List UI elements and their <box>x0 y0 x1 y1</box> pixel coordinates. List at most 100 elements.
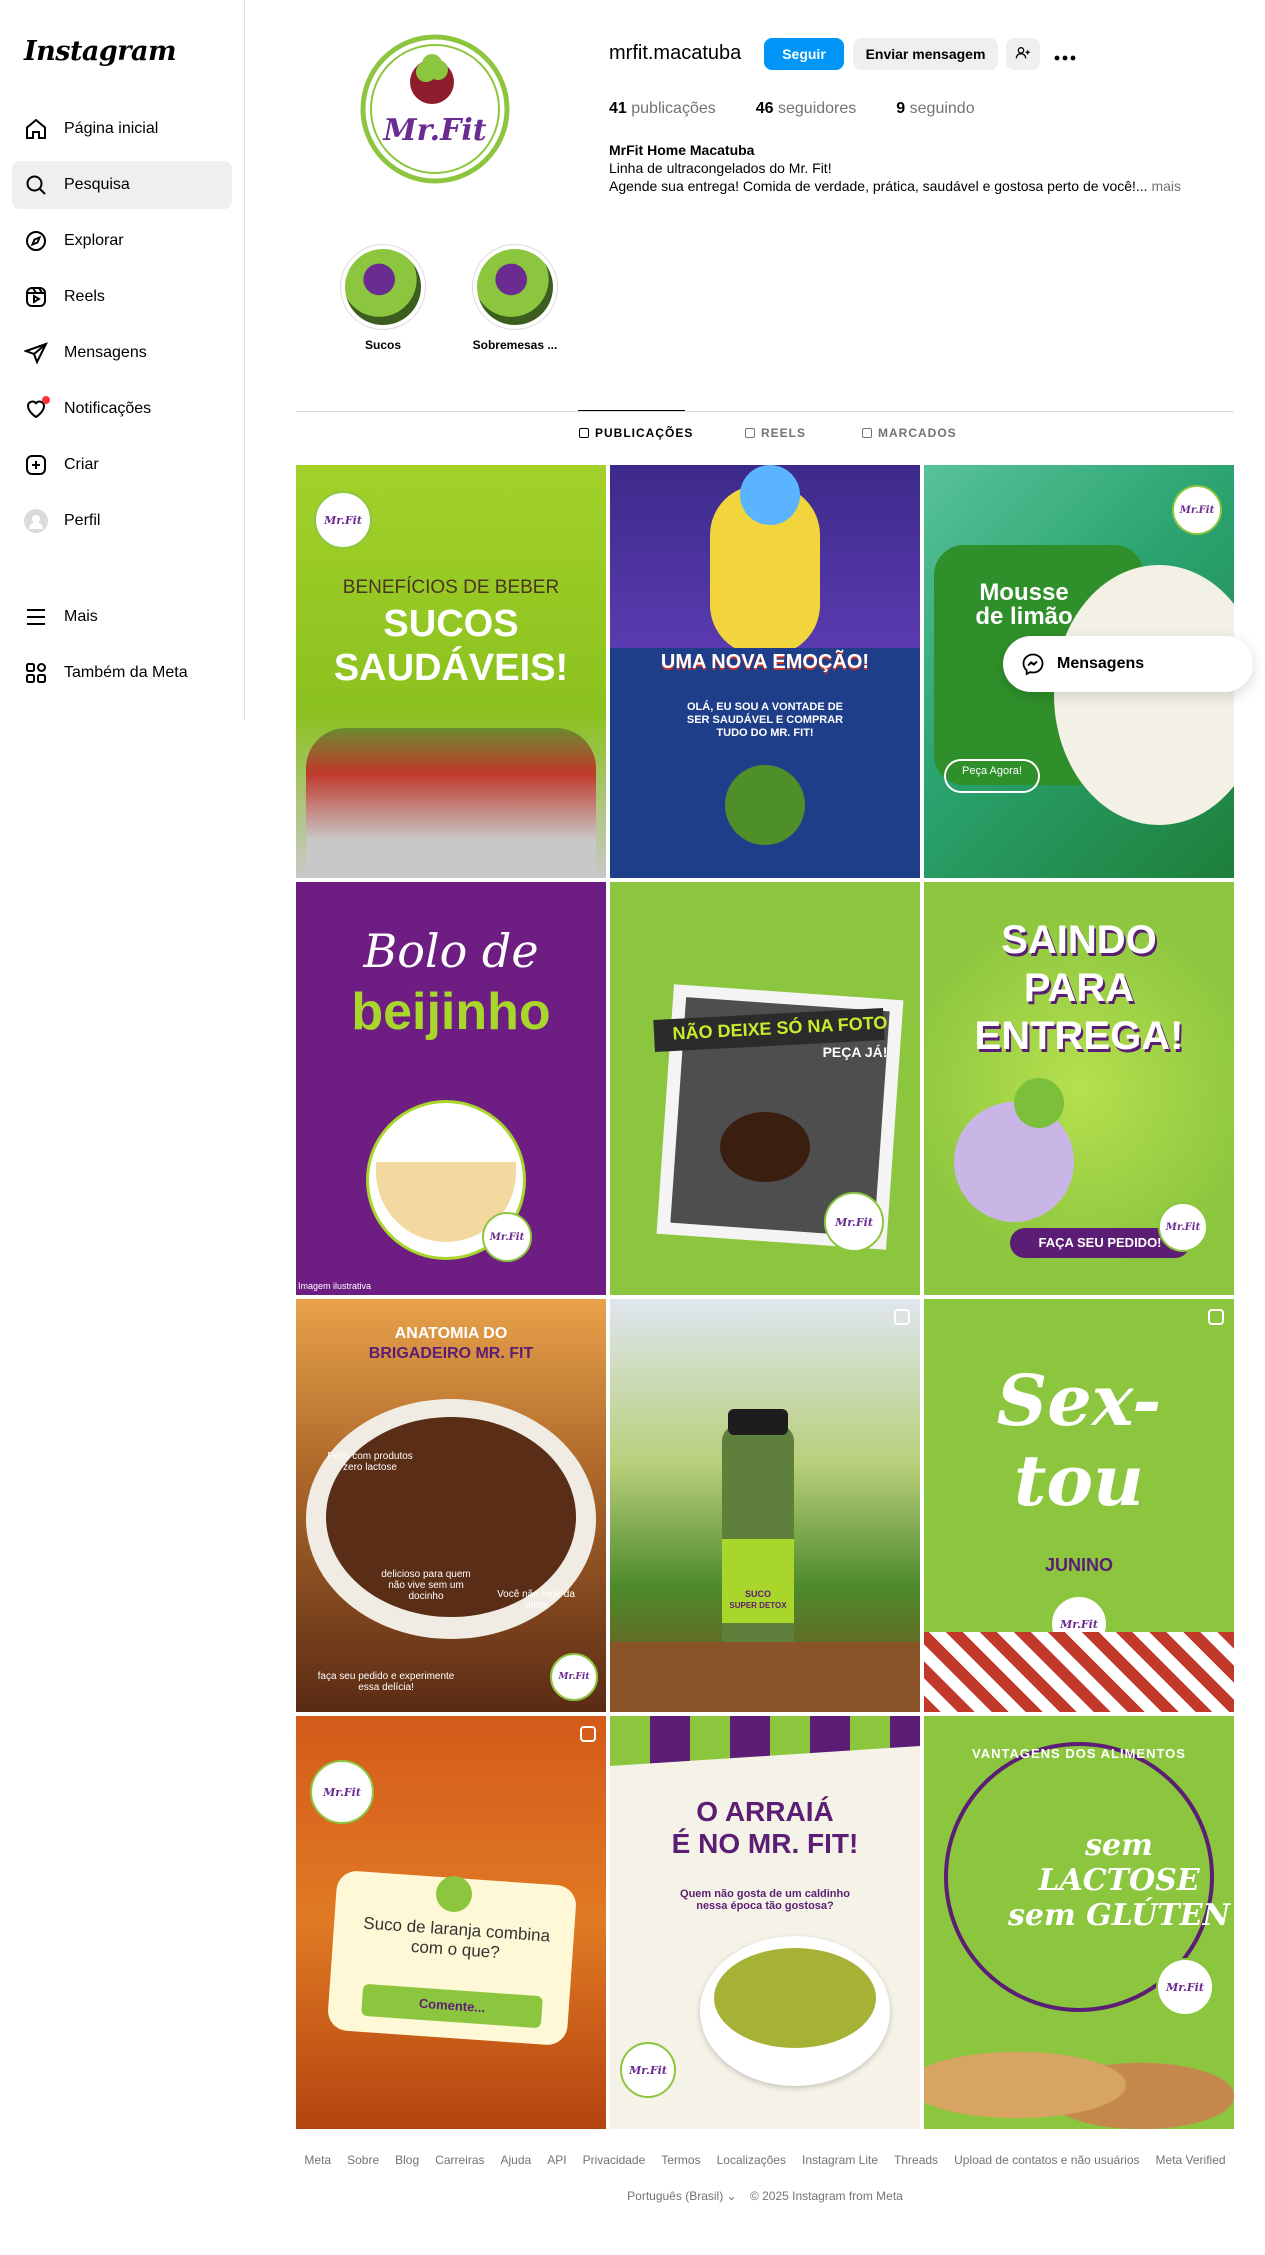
messenger-icon <box>1021 652 1045 676</box>
follow-button[interactable]: Seguir <box>764 38 844 70</box>
sidebar-item-label: Mensagens <box>64 344 147 361</box>
tab-posts[interactable]: PUBLICAÇÕES <box>579 426 693 440</box>
footer-link[interactable]: Upload de contatos e não usuários <box>954 2153 1139 2167</box>
profile-bio: MrFit Home Macatuba Linha de ultracongel… <box>609 141 1181 195</box>
post-thumbnail[interactable]: O ARRAIÁ É NO MR. FIT! Quem não gosta de… <box>610 1716 920 2129</box>
sidebar-item-meta[interactable]: Também da Meta <box>12 649 232 697</box>
tabs-divider <box>296 411 1234 412</box>
following-stat[interactable]: 9 seguindo <box>896 100 974 118</box>
reel-icon <box>580 1726 596 1742</box>
sidebar-item-label: Página inicial <box>64 120 159 137</box>
footer-bottom: Português (Brasil) ⌄ © 2025 Instagram fr… <box>296 2189 1234 2203</box>
sidebar-item-search[interactable]: Pesquisa <box>12 161 232 209</box>
sidebar-item-label: Reels <box>64 288 105 305</box>
footer-links: Meta Sobre Blog Carreiras Ajuda API Priv… <box>296 2153 1234 2167</box>
compass-icon <box>24 229 48 253</box>
instagram-logo[interactable]: Instagram <box>24 36 177 67</box>
footer-link[interactable]: Sobre <box>347 2153 379 2167</box>
reel-icon <box>894 1309 910 1325</box>
footer-link[interactable]: Privacidade <box>583 2153 646 2167</box>
sidebar-item-label: Também da Meta <box>64 664 188 681</box>
highlight-cover <box>340 244 426 330</box>
post-thumbnail[interactable]: VANTAGENS DOS ALIMENTOS sem LACTOSE sem … <box>924 1716 1234 2129</box>
sidebar-item-create[interactable]: Criar <box>12 441 232 489</box>
sidebar: Instagram Página inicial Pesquisa Explor… <box>0 0 245 720</box>
more-options-button[interactable] <box>1050 38 1080 70</box>
footer-link[interactable]: Meta Verified <box>1156 2153 1226 2167</box>
post-thumbnail[interactable]: Mr.Fit BENEFÍCIOS DE BEBER SUCOS SAUDÁVE… <box>296 465 606 878</box>
footer-link[interactable]: Blog <box>395 2153 419 2167</box>
posts-grid: Mr.Fit BENEFÍCIOS DE BEBER SUCOS SAUDÁVE… <box>296 465 1234 2129</box>
footer-link[interactable]: Threads <box>894 2153 938 2167</box>
chevron-down-icon: ⌄ <box>726 2189 740 2203</box>
sidebar-item-label: Notificações <box>64 400 152 417</box>
followers-stat[interactable]: 46 seguidores <box>756 100 857 118</box>
grid-icon <box>579 428 589 438</box>
send-icon <box>24 341 48 365</box>
footer-link[interactable]: Instagram Lite <box>802 2153 878 2167</box>
post-thumbnail[interactable]: ANATOMIA DO BRIGADEIRO MR. FIT Feito com… <box>296 1299 606 1712</box>
footer-link[interactable]: Meta <box>304 2153 331 2167</box>
plus-square-icon <box>24 453 48 477</box>
ellipsis-icon <box>1054 41 1076 67</box>
tab-tagged[interactable]: MARCADOS <box>862 426 957 440</box>
sidebar-item-explore[interactable]: Explorar <box>12 217 232 265</box>
profile-avatar[interactable]: Mr.Fit <box>358 32 513 187</box>
home-icon <box>24 117 48 141</box>
footer-link[interactable]: Termos <box>661 2153 700 2167</box>
sidebar-item-label: Explorar <box>64 232 124 249</box>
profile-avatar-text: Mr.Fit <box>382 113 486 148</box>
sidebar-item-home[interactable]: Página inicial <box>12 105 232 153</box>
copyright: © 2025 Instagram from Meta <box>749 2189 903 2203</box>
sidebar-item-more[interactable]: Mais <box>12 593 232 641</box>
language-selector[interactable]: Português (Brasil) <box>627 2189 723 2203</box>
highlight-item[interactable]: Sucos <box>338 244 428 352</box>
suggest-user-button[interactable] <box>1006 38 1040 70</box>
post-thumbnail[interactable]: SUCO SUPER DETOX <box>610 1299 920 1712</box>
footer-link[interactable]: Localizações <box>717 2153 786 2167</box>
highlight-cover <box>472 244 558 330</box>
meta-apps-icon <box>24 661 48 685</box>
footer-link[interactable]: API <box>547 2153 566 2167</box>
sidebar-item-profile[interactable]: Perfil <box>12 497 232 545</box>
profile-username: mrfit.macatuba <box>609 42 742 64</box>
post-thumbnail[interactable]: Mr.Fit Suco de laranja combina com o que… <box>296 1716 606 2129</box>
send-message-button[interactable]: Enviar mensagem <box>853 38 998 70</box>
bio-line: Linha de ultracongelados do Mr. Fit! <box>609 160 832 176</box>
post-thumbnail[interactable]: Sex- tou JUNINO Mr.Fit <box>924 1299 1234 1712</box>
sidebar-item-label: Criar <box>64 456 99 473</box>
highlight-item[interactable]: Sobremesas ... <box>470 244 560 352</box>
highlight-label: Sobremesas ... <box>472 338 558 352</box>
heart-icon <box>24 396 50 421</box>
sidebar-item-reels[interactable]: Reels <box>12 273 232 321</box>
sidebar-item-label: Perfil <box>64 512 101 529</box>
notification-dot <box>42 396 50 404</box>
footer-link[interactable]: Ajuda <box>501 2153 532 2167</box>
bio-name: MrFit Home Macatuba <box>609 142 755 158</box>
tab-reels[interactable]: REELS <box>745 426 806 440</box>
bio-line: Agende sua entrega! Comida de verdade, p… <box>609 178 1148 194</box>
post-thumbnail[interactable]: SAINDO PARA ENTREGA! FAÇA SEU PEDIDO! Mr… <box>924 882 1234 1295</box>
post-thumbnail[interactable]: UMA NOVA EMOÇÃO! OLÁ, EU SOU A VONTADE D… <box>610 465 920 878</box>
sidebar-item-label: Pesquisa <box>64 176 130 193</box>
search-icon <box>24 173 48 197</box>
highlight-label: Sucos <box>364 338 401 352</box>
posts-stat: 41 publicações <box>609 100 716 117</box>
reels-icon <box>745 428 755 438</box>
sidebar-item-messages[interactable]: Mensagens <box>12 329 232 377</box>
floating-messages-label: Mensagens <box>1057 655 1145 672</box>
sidebar-nav: Página inicial Pesquisa Explorar Reels M… <box>12 105 232 705</box>
sidebar-item-label: Mais <box>64 608 98 625</box>
add-user-icon <box>1015 45 1031 64</box>
post-thumbnail[interactable]: Bolo de beijinho Mr.Fit Imagem ilustrati… <box>296 882 606 1295</box>
footer-link[interactable]: Carreiras <box>435 2153 484 2167</box>
reel-icon <box>1208 1309 1224 1325</box>
floating-messages-button[interactable]: Mensagens <box>1003 636 1253 692</box>
menu-icon <box>24 605 48 629</box>
bio-more-link[interactable]: mais <box>1151 178 1181 194</box>
post-thumbnail[interactable]: NÃO DEIXE SÓ NA FOTO PEÇA JÁ! Mr.Fit <box>610 882 920 1295</box>
active-tab-indicator <box>578 410 685 411</box>
avatar-icon <box>24 509 48 533</box>
profile-stats: 41 publicações 46 seguidores 9 seguindo <box>609 100 1015 118</box>
sidebar-item-notifications[interactable]: Notificações <box>12 385 232 433</box>
